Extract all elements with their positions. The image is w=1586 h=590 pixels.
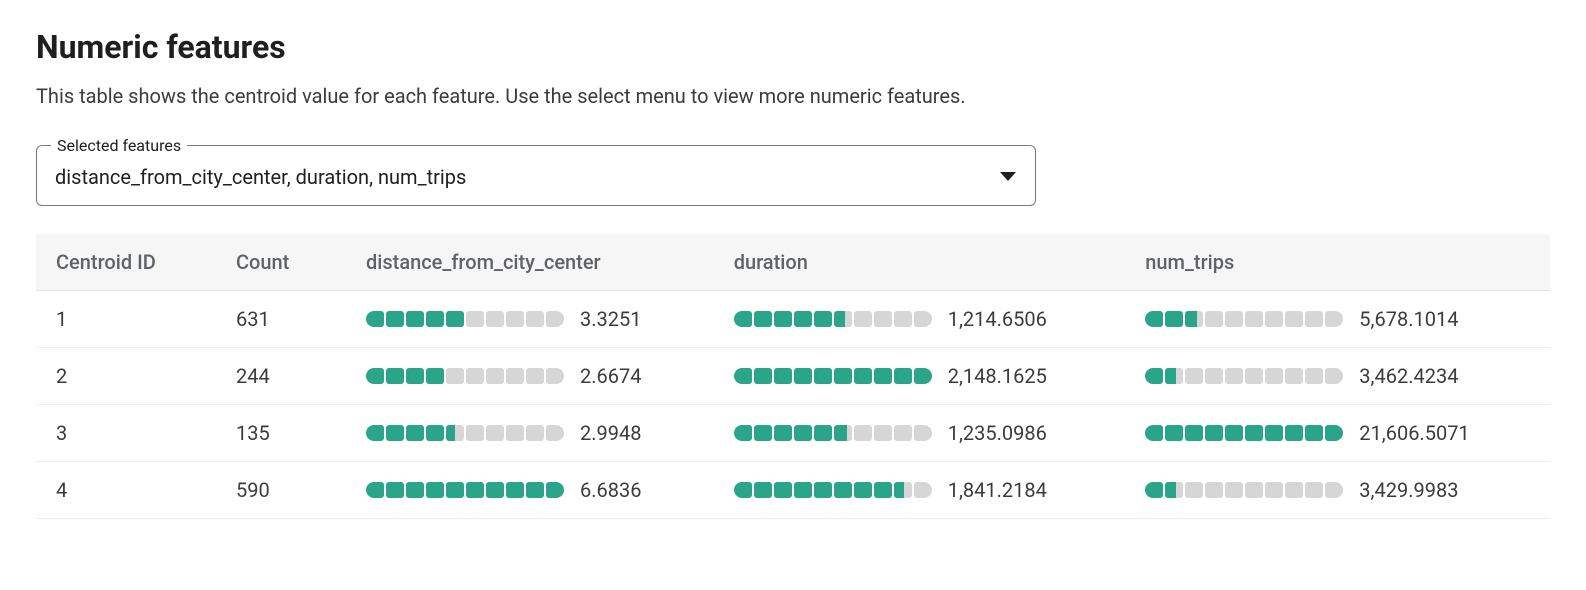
centroid-table: Centroid ID Count distance_from_city_cen… <box>36 234 1550 519</box>
page-title: Numeric features <box>36 28 1550 66</box>
feature-value: 3,462.4234 <box>1359 364 1458 388</box>
cell-feature: 2.9948 <box>346 405 714 462</box>
cell-centroid-id: 4 <box>36 462 216 519</box>
cell-centroid-id: 2 <box>36 348 216 405</box>
value-bar <box>1145 368 1343 384</box>
col-feature-1: duration <box>714 234 1126 291</box>
value-bar <box>366 425 564 441</box>
table-row: 4590 6.6836 1,841.2184 3,429.9983 <box>36 462 1550 519</box>
value-bar <box>734 311 932 327</box>
cell-feature: 21,606.5071 <box>1125 405 1550 462</box>
feature-value: 3.3251 <box>580 307 641 331</box>
feature-value: 2.6674 <box>580 364 641 388</box>
cell-feature: 3.3251 <box>346 291 714 348</box>
cell-feature: 1,235.0986 <box>714 405 1126 462</box>
feature-value: 5,678.1014 <box>1359 307 1458 331</box>
table-row: 2244 2.6674 2,148.1625 3,462.4234 <box>36 348 1550 405</box>
selected-features-value: distance_from_city_center, duration, num… <box>55 165 466 189</box>
value-bar <box>734 368 932 384</box>
table-row: 1631 3.3251 1,214.6506 5,678.1014 <box>36 291 1550 348</box>
cell-count: 631 <box>216 291 346 348</box>
value-bar <box>366 368 564 384</box>
feature-value: 2.9948 <box>580 421 641 445</box>
feature-value: 3,429.9983 <box>1359 478 1458 502</box>
cell-feature: 2.6674 <box>346 348 714 405</box>
selected-features-select[interactable]: Selected features distance_from_city_cen… <box>36 136 1036 206</box>
feature-value: 6.6836 <box>580 478 641 502</box>
selected-features-label: Selected features <box>51 136 187 155</box>
cell-feature: 1,841.2184 <box>714 462 1126 519</box>
value-bar <box>734 425 932 441</box>
cell-feature: 6.6836 <box>346 462 714 519</box>
value-bar <box>366 311 564 327</box>
feature-value: 1,235.0986 <box>948 421 1047 445</box>
feature-value: 1,841.2184 <box>948 478 1047 502</box>
col-feature-0: distance_from_city_center <box>346 234 714 291</box>
cell-count: 244 <box>216 348 346 405</box>
col-centroid-id: Centroid ID <box>36 234 216 291</box>
value-bar <box>1145 482 1343 498</box>
page-description: This table shows the centroid value for … <box>36 84 1550 108</box>
chevron-down-icon <box>999 171 1017 183</box>
cell-count: 135 <box>216 405 346 462</box>
table-row: 3135 2.9948 1,235.0986 21,606.5071 <box>36 405 1550 462</box>
col-count: Count <box>216 234 346 291</box>
cell-count: 590 <box>216 462 346 519</box>
value-bar <box>1145 425 1343 441</box>
feature-value: 21,606.5071 <box>1359 421 1469 445</box>
cell-feature: 5,678.1014 <box>1125 291 1550 348</box>
cell-centroid-id: 3 <box>36 405 216 462</box>
value-bar <box>1145 311 1343 327</box>
cell-feature: 1,214.6506 <box>714 291 1126 348</box>
feature-value: 1,214.6506 <box>948 307 1047 331</box>
value-bar <box>734 482 932 498</box>
cell-centroid-id: 1 <box>36 291 216 348</box>
col-feature-2: num_trips <box>1125 234 1550 291</box>
cell-feature: 3,462.4234 <box>1125 348 1550 405</box>
cell-feature: 3,429.9983 <box>1125 462 1550 519</box>
cell-feature: 2,148.1625 <box>714 348 1126 405</box>
table-header-row: Centroid ID Count distance_from_city_cen… <box>36 234 1550 291</box>
value-bar <box>366 482 564 498</box>
feature-value: 2,148.1625 <box>948 364 1047 388</box>
